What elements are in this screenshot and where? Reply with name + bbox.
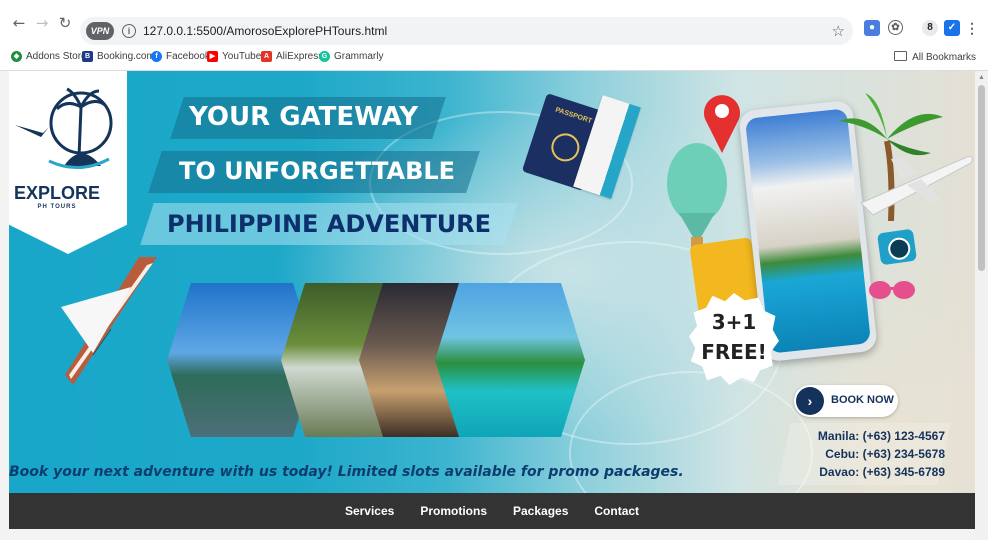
back-icon[interactable]: ← (10, 14, 28, 32)
bookmark-booking[interactable]: B Booking.com (82, 51, 155, 62)
addons-store-icon: ◆ (11, 51, 22, 62)
site-info-icon[interactable]: i (122, 24, 136, 38)
headline-line-1: YOUR GATEWAY (189, 102, 419, 132)
bookmark-aliexpress[interactable]: A AliExpress (261, 51, 323, 62)
reload-icon[interactable]: ↻ (56, 14, 74, 32)
url-text[interactable]: 127.0.0.1:5500/AmorosoExplorePHTours.htm… (143, 24, 387, 38)
logo[interactable]: EXPLORE PH TOURS (9, 71, 127, 254)
airplane-icon (860, 156, 973, 216)
menu-icon[interactable]: ⋮ (964, 20, 980, 36)
scrollbar-thumb[interactable] (978, 85, 985, 271)
sunglasses-icon (869, 281, 915, 299)
nav-promotions[interactable]: Promotions (420, 504, 487, 518)
globe-icon (547, 129, 583, 166)
contact-numbers: Manila: (+63) 123-4567 Cebu: (+63) 234-5… (795, 427, 945, 481)
book-now-button[interactable]: › BOOK NOW (794, 385, 898, 417)
phone-manila: Manila: (+63) 123-4567 (817, 429, 945, 443)
folder-icon (894, 51, 908, 61)
hero-tagline: Book your next adventure with us today! … (9, 464, 684, 480)
all-bookmarks[interactable]: All Bookmarks (894, 51, 976, 63)
main-navigation: Services Promotions Packages Contact (9, 493, 975, 529)
page-scrollbar[interactable]: ▲ (975, 71, 988, 540)
bookmark-facebook[interactable]: f Facebook (151, 51, 210, 62)
grammarly-icon: G (319, 51, 330, 62)
address-bar[interactable]: VPN i 127.0.0.1:5500/AmorosoExplorePHTou… (80, 17, 853, 45)
headline-line-2: TO UNFORGETTABLE (179, 157, 456, 185)
phone-cebu: Cebu: (+63) 234-5678 (825, 447, 945, 461)
forward-icon[interactable]: → (33, 14, 51, 32)
youtube-icon: ▶ (207, 51, 218, 62)
promo-badge-text: 3+1 FREE! (689, 307, 779, 367)
security-extension-icon[interactable]: ✓ (944, 20, 960, 36)
nav-contact[interactable]: Contact (594, 504, 639, 518)
chevron-right-icon: › (796, 387, 824, 415)
bookmarks-bar: ◆ Addons Store B Booking.com f Facebook ▶ Yo… (0, 46, 988, 71)
phone-davao: Davao: (+63) 345-6789 (819, 465, 945, 479)
promo-line-2: FREE! (701, 340, 767, 364)
headline-line-3: PHILIPPINE ADVENTURE (167, 210, 492, 238)
bookmark-addons-store[interactable]: ◆ Addons Store (11, 51, 87, 62)
bookmark-youtube[interactable]: ▶ YouTube (207, 51, 261, 62)
island-beach-photo (435, 283, 585, 437)
browser-toolbar: ← → ↻ VPN i 127.0.0.1:5500/AmorosoExplor… (0, 0, 988, 46)
aliexpress-icon: A (261, 51, 272, 62)
nav-packages[interactable]: Packages (513, 504, 568, 518)
logo-subtitle: PH TOURS (37, 204, 77, 210)
booking-icon: B (82, 51, 93, 62)
camera-icon (876, 228, 918, 266)
facebook-icon: f (151, 51, 162, 62)
palm-island-logo-icon (15, 87, 113, 170)
nav-services[interactable]: Services (345, 504, 394, 518)
vpn-badge[interactable]: VPN (86, 22, 114, 40)
scroll-up-icon[interactable]: ▲ (978, 74, 985, 81)
bookmark-star-icon[interactable]: ☆ (832, 22, 845, 40)
profile-avatar[interactable]: 8 (922, 20, 938, 36)
shield-extension-icon[interactable]: ● (864, 20, 880, 36)
page-viewport: EXPLORE PH TOURS YOUR GATEWAY TO UNFORGE… (0, 71, 975, 540)
bookmark-grammarly[interactable]: G Grammarly (319, 51, 383, 62)
extensions-icon[interactable]: ✿ (888, 20, 903, 35)
book-now-label: BOOK NOW (831, 394, 894, 406)
logo-title: EXPLORE (13, 183, 101, 203)
promo-line-1: 3+1 (711, 310, 757, 334)
hero-banner: EXPLORE PH TOURS YOUR GATEWAY TO UNFORGE… (9, 71, 975, 493)
sailboat-icon (61, 257, 157, 385)
